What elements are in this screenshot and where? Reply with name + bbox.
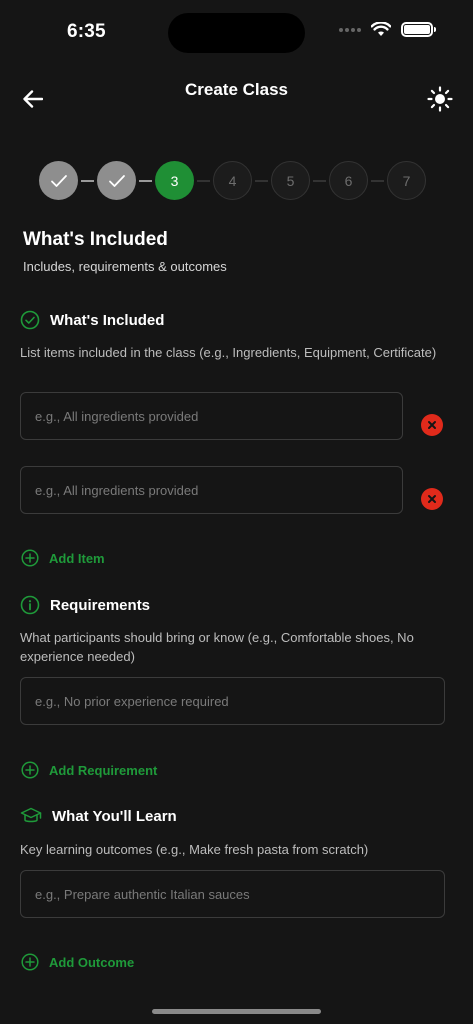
add-item-button[interactable]: Add Item xyxy=(21,549,105,567)
step-5[interactable]: 5 xyxy=(271,161,310,200)
step-6[interactable]: 6 xyxy=(329,161,368,200)
requirement-input[interactable] xyxy=(35,693,430,709)
included-description: List items included in the class (e.g., … xyxy=(20,345,437,360)
step-4[interactable]: 4 xyxy=(213,161,252,200)
step-connector xyxy=(255,179,268,182)
requirements-description: What participants should bring or know (… xyxy=(20,630,414,664)
outcome-field[interactable] xyxy=(20,870,445,918)
page-title: Create Class xyxy=(184,80,288,99)
theme-toggle-button[interactable] xyxy=(425,84,455,114)
included-item-input[interactable] xyxy=(35,408,388,424)
home-indicator[interactable] xyxy=(152,1009,321,1014)
included-label: What's Included xyxy=(50,311,165,329)
outcome-input[interactable] xyxy=(35,886,430,902)
included-item-field[interactable] xyxy=(20,466,403,514)
requirement-field[interactable] xyxy=(20,677,445,725)
included-item-field[interactable] xyxy=(20,392,403,440)
check-circle-icon xyxy=(20,310,40,330)
included-header: What's Included xyxy=(20,310,164,330)
add-outcome-button[interactable]: Add Outcome xyxy=(21,953,134,971)
dynamic-island xyxy=(168,13,305,53)
step-3[interactable]: 3 xyxy=(155,161,194,200)
plus-circle-icon xyxy=(21,953,39,971)
status-icons xyxy=(339,22,436,37)
status-time: 6:35 xyxy=(67,21,106,42)
battery-icon xyxy=(401,22,436,37)
requirements-label: Requirements xyxy=(50,596,151,614)
add-item-label: Add Item xyxy=(49,550,105,566)
requirements-header: Requirements xyxy=(20,595,150,615)
step-connector xyxy=(81,179,94,182)
add-requirement-label: Add Requirement xyxy=(49,762,158,778)
create-class-screen: 6:35 Create Class 3 4 5 6 7 What's Inclu… xyxy=(0,0,473,1024)
close-icon xyxy=(428,495,436,503)
sun-icon xyxy=(427,86,453,112)
info-icon xyxy=(20,595,40,615)
step-connector xyxy=(371,179,384,182)
close-icon xyxy=(428,421,436,429)
plus-circle-icon xyxy=(21,549,39,567)
progress-stepper: 3 4 5 6 7 xyxy=(39,161,426,200)
included-item-input[interactable] xyxy=(35,482,388,498)
check-icon xyxy=(108,174,125,187)
check-icon xyxy=(50,174,67,187)
remove-item-button[interactable] xyxy=(421,488,443,510)
step-2[interactable] xyxy=(97,161,136,200)
add-requirement-button[interactable]: Add Requirement xyxy=(21,761,157,779)
wifi-icon xyxy=(371,22,391,36)
remove-item-button[interactable] xyxy=(421,414,443,436)
outcomes-description: Key learning outcomes (e.g., Make fresh … xyxy=(20,842,369,857)
step-connector xyxy=(313,179,326,182)
step-connector xyxy=(197,179,210,182)
signal-icon xyxy=(339,27,361,32)
outcomes-label: What You'll Learn xyxy=(52,807,177,825)
section-subtitle: Includes, requirements & outcomes xyxy=(23,259,227,274)
step-1[interactable] xyxy=(39,161,78,200)
plus-circle-icon xyxy=(21,761,39,779)
step-connector xyxy=(139,179,152,182)
step-7[interactable]: 7 xyxy=(387,161,426,200)
section-title: What's Included xyxy=(23,229,168,250)
add-outcome-label: Add Outcome xyxy=(49,954,135,970)
graduation-cap-icon xyxy=(20,807,42,823)
outcomes-header: What You'll Learn xyxy=(20,806,177,826)
